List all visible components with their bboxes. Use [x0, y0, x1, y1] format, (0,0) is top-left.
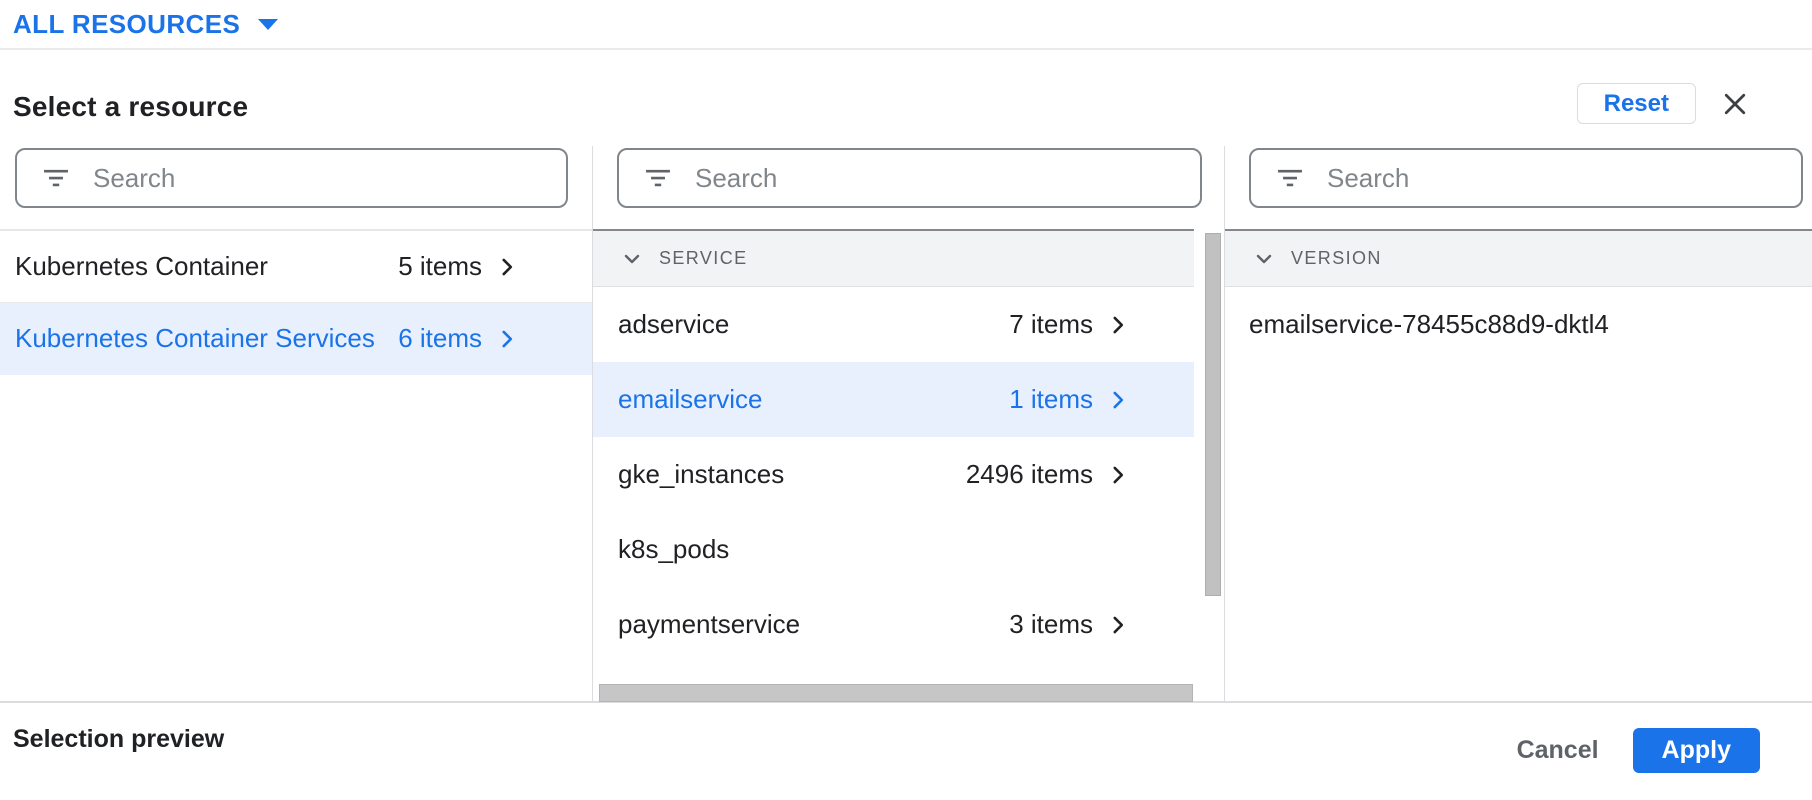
list-item[interactable]: adservice 7 items — [593, 287, 1194, 362]
filter-icon — [643, 163, 673, 193]
horizontal-scrollbar[interactable] — [599, 684, 1193, 702]
filter-icon — [1275, 163, 1305, 193]
chevron-right-icon — [494, 326, 520, 352]
header-actions: Reset — [1577, 83, 1812, 124]
dialog-header: Select a resource Reset — [0, 50, 1812, 146]
version-search-box — [1249, 148, 1803, 208]
list-item-name: gke_instances — [618, 459, 966, 490]
list-item-count: 2496 items — [966, 459, 1093, 490]
top-bar: ALL RESOURCES — [0, 0, 1812, 50]
footer-actions: Cancel Apply — [1495, 728, 1760, 773]
version-column: VERSION emailservice-78455c88d9-dktl4 — [1225, 146, 1812, 701]
all-resources-label: ALL RESOURCES — [13, 9, 240, 40]
page-title: Select a resource — [13, 91, 248, 123]
list-item-count: 3 items — [1009, 609, 1093, 640]
list-item[interactable]: emailservice-78455c88d9-dktl4 — [1225, 287, 1812, 362]
chevron-right-icon — [1105, 312, 1131, 338]
list-item[interactable]: emailservice 1 items — [593, 362, 1194, 437]
list-item-name: Kubernetes Container Services — [15, 323, 398, 354]
list-item-name: Kubernetes Container — [15, 251, 398, 282]
dropdown-arrow-icon — [258, 19, 278, 30]
chevron-down-icon — [620, 247, 644, 271]
all-resources-dropdown[interactable]: ALL RESOURCES — [13, 9, 278, 40]
list-item-count: 6 items — [398, 323, 482, 354]
search-input[interactable] — [695, 163, 1182, 194]
list-item-count: 1 items — [1009, 384, 1093, 415]
chevron-down-icon — [1252, 247, 1276, 271]
version-header-label: VERSION — [1291, 248, 1382, 269]
service-search-box — [617, 148, 1202, 208]
resource-type-column: Kubernetes Container 5 items Kubernetes … — [0, 146, 593, 701]
close-icon[interactable] — [1720, 89, 1750, 119]
list-item-name: emailservice-78455c88d9-dktl4 — [1249, 309, 1776, 340]
service-column: SERVICE adservice 7 items emailservice 1… — [593, 146, 1225, 701]
list-item-name: paymentservice — [618, 609, 1009, 640]
list-item[interactable]: Kubernetes Container 5 items — [0, 231, 592, 303]
selection-columns: Kubernetes Container 5 items Kubernetes … — [0, 146, 1812, 703]
list-item-name: k8s_pods — [618, 534, 1119, 565]
resource-type-list: Kubernetes Container 5 items Kubernetes … — [0, 229, 592, 375]
selection-preview-label: Selection preview — [13, 725, 224, 798]
chevron-right-icon — [494, 254, 520, 280]
list-item[interactable]: paymentservice 3 items — [593, 587, 1194, 662]
list-item[interactable]: Kubernetes Container Services 6 items — [0, 303, 592, 375]
list-item-count: 7 items — [1009, 309, 1093, 340]
apply-button[interactable]: Apply — [1633, 728, 1760, 773]
version-list: emailservice-78455c88d9-dktl4 — [1225, 287, 1812, 362]
list-item-count: 5 items — [398, 251, 482, 282]
service-header-label: SERVICE — [659, 248, 748, 269]
resource-picker-page: ALL RESOURCES Select a resource Reset — [0, 0, 1812, 800]
list-item[interactable]: gke_instances 2496 items — [593, 437, 1194, 512]
search-input[interactable] — [93, 163, 548, 194]
search-input[interactable] — [1327, 163, 1783, 194]
version-header[interactable]: VERSION — [1225, 229, 1812, 287]
dialog-footer: Selection preview Cancel Apply — [0, 703, 1812, 798]
service-list: adservice 7 items emailservice 1 items g… — [593, 287, 1224, 662]
list-item-name: adservice — [618, 309, 1009, 340]
resource-type-search-box — [15, 148, 568, 208]
list-item-name: emailservice — [618, 384, 1009, 415]
vertical-scrollbar[interactable] — [1205, 233, 1221, 596]
chevron-right-icon — [1105, 462, 1131, 488]
list-item[interactable]: k8s_pods — [593, 512, 1194, 587]
cancel-button[interactable]: Cancel — [1495, 728, 1621, 773]
service-header[interactable]: SERVICE — [593, 229, 1194, 287]
filter-icon — [41, 163, 71, 193]
reset-button[interactable]: Reset — [1577, 83, 1696, 124]
chevron-right-icon — [1105, 612, 1131, 638]
chevron-right-icon — [1105, 387, 1131, 413]
